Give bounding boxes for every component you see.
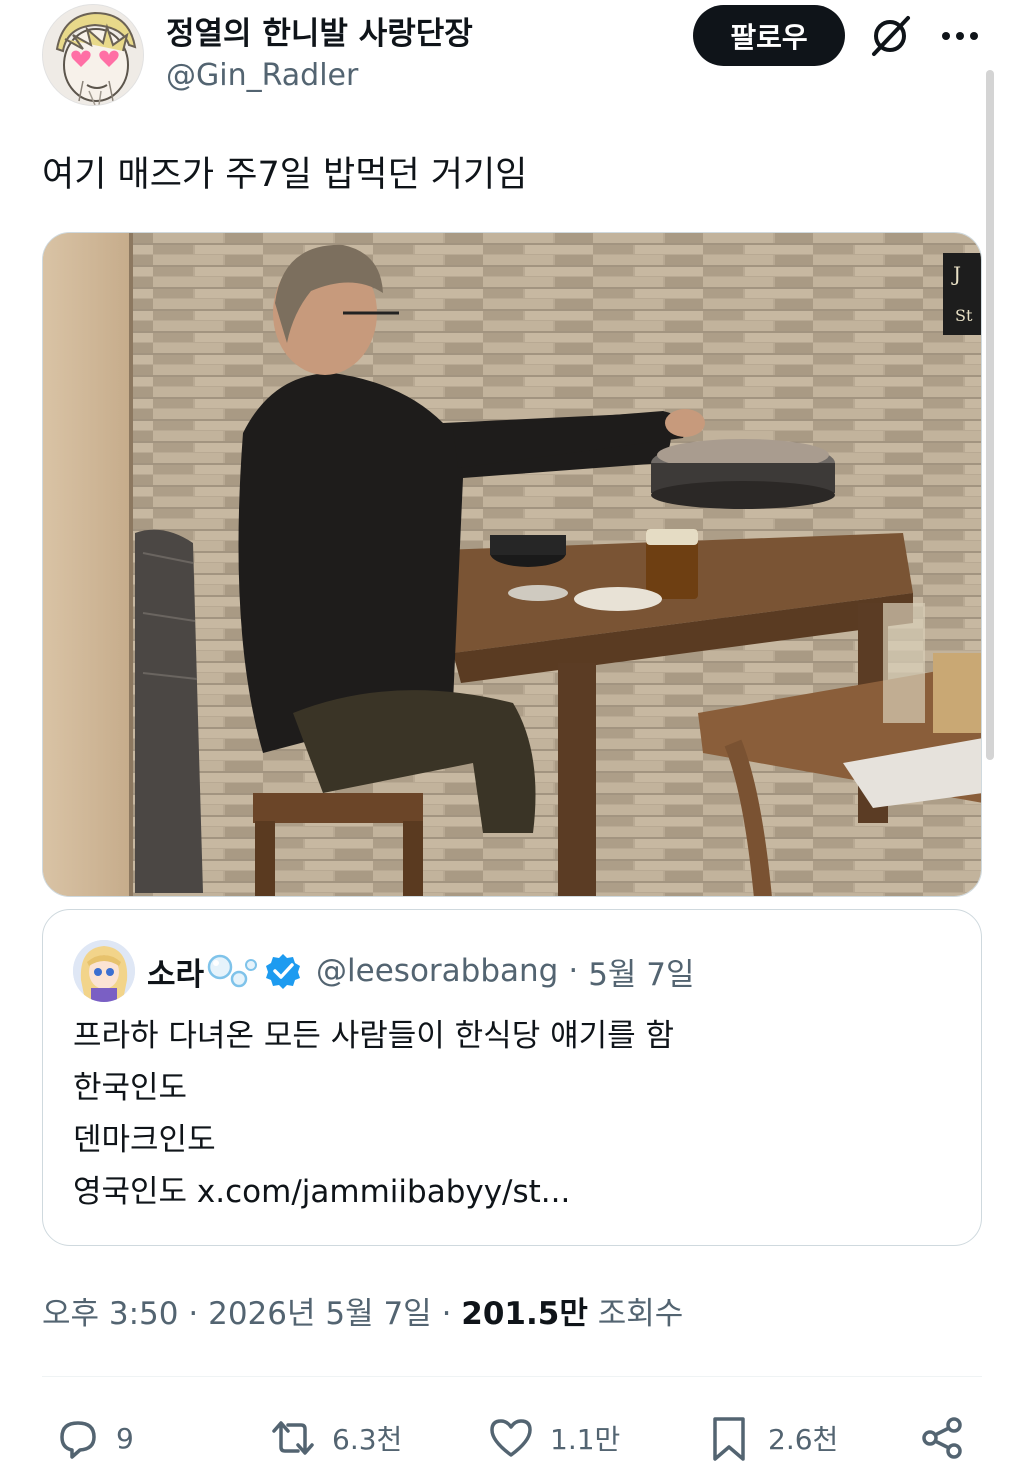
grok-icon[interactable] — [866, 12, 914, 60]
bookmark-count: 2.6천 — [768, 1423, 839, 1456]
quoted-author-avatar[interactable] — [73, 940, 135, 1002]
heart-icon — [490, 1419, 532, 1457]
anime-avatar-heart-eyes-icon — [43, 5, 143, 105]
like-count: 1.1만 — [550, 1423, 621, 1456]
tweet-photo[interactable]: J St — [42, 232, 982, 897]
tweet-date[interactable]: 2026년 5월 7일 — [208, 1296, 432, 1332]
bookmark-icon — [713, 1417, 745, 1461]
share-button[interactable] — [918, 1410, 968, 1466]
quoted-tweet-card[interactable]: 소라 @leesorabbang · 5월 7일 프라하 다녀온 모든 사람들이… — [42, 909, 982, 1246]
share-icon — [922, 1417, 962, 1459]
scrollbar[interactable] — [986, 70, 994, 760]
retweet-count: 6.3천 — [332, 1423, 403, 1456]
retweet-button[interactable]: 6.3천 — [268, 1410, 402, 1466]
like-button[interactable]: 1.1만 — [486, 1410, 620, 1466]
anime-girl-avatar-icon — [73, 940, 135, 1002]
separator-dot: · — [441, 1296, 462, 1332]
separator-dot: · — [188, 1296, 209, 1332]
author-display-name[interactable]: 정열의 한니발 사랑단장 — [166, 8, 473, 53]
author-avatar[interactable] — [42, 4, 144, 106]
retweet-icon — [272, 1421, 314, 1455]
quoted-text-line: 영국인도 x.com/jammiibabyy/st... — [73, 1174, 571, 1210]
quoted-tweet-header: 소라 @leesorabbang · 5월 7일 — [147, 948, 695, 994]
author-handle[interactable]: @Gin_Radler — [166, 58, 358, 93]
quoted-text-line: 프라하 다녀온 모든 사람들이 한식당 얘기를 함 — [73, 1018, 675, 1054]
follow-button[interactable]: 팔로우 — [693, 5, 845, 66]
tweet-detail-page: 정열의 한니발 사랑단장 @Gin_Radler 팔로우 여기 매즈가 주7일 … — [0, 0, 1024, 1483]
bubbles-emoji-icon — [207, 954, 258, 988]
tweet-meta: 오후 3:50 · 2026년 5월 7일 · 201.5만 조회수 — [42, 1288, 683, 1333]
quoted-text-line: 한국인도 — [73, 1070, 188, 1106]
photo-man-at-korean-bbq-table: J St — [43, 233, 981, 896]
reply-icon — [60, 1421, 96, 1459]
quoted-author-handle[interactable]: @leesorabbang — [316, 953, 558, 989]
quoted-author-name[interactable]: 소라 — [147, 949, 204, 994]
more-icon[interactable] — [938, 16, 982, 56]
reply-count: 9 — [116, 1421, 134, 1455]
quoted-text-line: 덴마크인도 — [73, 1122, 216, 1158]
views-label: 조회수 — [597, 1296, 684, 1332]
svg-text:J: J — [951, 262, 961, 286]
quoted-tweet-date[interactable]: 5월 7일 — [588, 949, 694, 994]
quoted-tweet-text: 프라하 다녀온 모든 사람들이 한식당 얘기를 함 한국인도 덴마크인도 영국인… — [73, 1010, 674, 1218]
separator-dot: · — [568, 953, 579, 989]
divider — [42, 1376, 982, 1377]
views-count[interactable]: 201.5만 — [461, 1296, 588, 1332]
svg-text:St: St — [955, 306, 973, 325]
bookmark-button[interactable]: 2.6천 — [704, 1410, 838, 1466]
verified-badge-icon[interactable] — [264, 952, 302, 990]
tweet-time[interactable]: 오후 3:50 — [42, 1296, 179, 1332]
reply-button[interactable]: 9 — [52, 1410, 134, 1466]
tweet-text: 여기 매즈가 주7일 밥먹던 거기임 — [42, 155, 528, 195]
